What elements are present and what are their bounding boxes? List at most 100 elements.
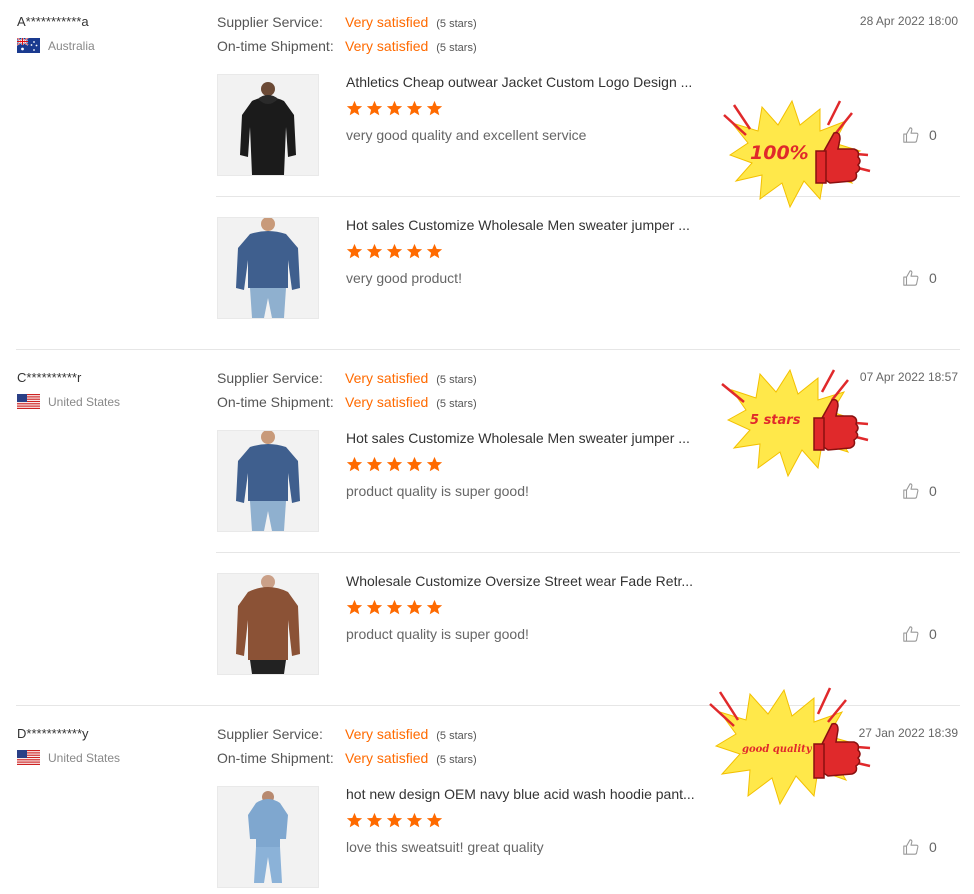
product-title[interactable]: Athletics Cheap outwear Jacket Custom Lo… [346,74,692,90]
like-count: 0 [929,626,937,642]
ontime-shipment-value: Very satisfied [345,750,429,766]
review-item: D***********y United States Supplier Ser… [0,687,974,894]
supplier-service-rating: Supplier Service: Very satisfied (5 star… [217,726,477,742]
star-icon [366,243,383,259]
ontime-shipment-value: Very satisfied [345,38,429,54]
supplier-service-stars: (5 stars) [436,374,477,386]
thumbs-up-icon [903,626,919,642]
like-button[interactable]: 0 [902,126,937,144]
product-image[interactable] [217,573,319,675]
product-title[interactable]: Wholesale Customize Oversize Street wear… [346,573,693,589]
ontime-shipment-rating: On-time Shipment: Very satisfied (5 star… [217,750,477,766]
satisfaction-sticker: 100% [723,99,871,209]
like-button[interactable]: 0 [902,269,937,287]
light-blue-sweatsuit-image [218,787,318,887]
star-icon [346,812,363,828]
product-image[interactable] [217,74,319,176]
blue-sweatshirt-image [218,218,318,318]
black-hoodie-image [218,75,318,175]
reviewer-name: A***********a [17,14,89,29]
supplier-service-value: Very satisfied [345,370,429,386]
product-title[interactable]: Hot sales Customize Wholesale Men sweate… [346,217,690,233]
product-rating-stars [346,812,443,829]
star-icon [406,812,423,828]
like-button[interactable]: 0 [902,482,937,500]
supplier-service-label: Supplier Service: [217,726,323,742]
star-icon [346,456,363,472]
review-date: 28 Apr 2022 18:00 [859,14,958,28]
supplier-service-value: Very satisfied [345,14,429,30]
review-comment: product quality is super good! [346,483,529,499]
product-title[interactable]: hot new design OEM navy blue acid wash h… [346,786,695,802]
star-icon [406,243,423,259]
product-rating-stars [346,599,443,616]
sticker-text: 5 stars [750,413,801,428]
thumbs-up-icon [903,270,919,286]
ontime-shipment-stars: (5 stars) [436,398,477,410]
star-icon [366,100,383,116]
star-icon [426,599,443,615]
us-flag-icon [17,394,40,409]
divider [216,552,960,553]
reviewer-country: United States [17,394,120,409]
product-image[interactable] [217,430,319,532]
product-image[interactable] [217,217,319,319]
ontime-shipment-label: On-time Shipment: [217,750,334,766]
product-rating-stars [346,243,443,260]
satisfaction-sticker: good quality [709,687,871,806]
review-item: A***********a Australia Supplier Service… [0,0,974,350]
us-flag-icon [17,750,40,765]
like-button[interactable]: 0 [902,838,937,856]
star-icon [406,599,423,615]
supplier-service-value: Very satisfied [345,726,429,742]
like-count: 0 [929,483,937,499]
product-rating-stars [346,456,443,473]
supplier-service-stars: (5 stars) [436,730,477,742]
ontime-shipment-label: On-time Shipment: [217,38,334,54]
like-count: 0 [929,127,937,143]
reviewer-name: D***********y [17,726,89,741]
blue-sweatshirt-image [218,431,318,531]
review-comment: very good product! [346,270,462,286]
star-icon [386,243,403,259]
review-item: C**********r United States Supplier Serv… [0,356,974,706]
star-icon [406,456,423,472]
supplier-service-rating: Supplier Service: Very satisfied (5 star… [217,14,477,30]
thumbs-up-icon [903,839,919,855]
brown-hoodie-image [218,574,318,674]
star-icon [406,100,423,116]
ontime-shipment-stars: (5 stars) [436,754,477,766]
star-icon [366,812,383,828]
star-icon [346,100,363,116]
review-divider [16,349,960,350]
product-title[interactable]: Hot sales Customize Wholesale Men sweate… [346,430,690,446]
review-comment: product quality is super good! [346,626,529,642]
product-image[interactable] [217,786,319,888]
supplier-service-stars: (5 stars) [436,18,477,30]
country-name: Australia [48,38,95,53]
ontime-shipment-rating: On-time Shipment: Very satisfied (5 star… [217,394,477,410]
australia-flag-icon [17,38,40,53]
reviewer-country: Australia [17,38,95,53]
country-name: United States [48,750,121,765]
ontime-shipment-rating: On-time Shipment: Very satisfied (5 star… [217,38,477,54]
country-name: United States [48,394,121,409]
star-icon [426,456,443,472]
ontime-shipment-label: On-time Shipment: [217,394,334,410]
star-icon [386,456,403,472]
sticker-text: good quality [742,744,813,755]
star-icon [346,243,363,259]
satisfaction-sticker: 5 stars [721,368,869,478]
star-icon [366,456,383,472]
supplier-service-label: Supplier Service: [217,14,323,30]
star-icon [426,100,443,116]
reviewer-country: United States [17,750,120,765]
thumbs-up-icon [903,127,919,143]
like-button[interactable]: 0 [902,625,937,643]
star-icon [426,243,443,259]
ontime-shipment-value: Very satisfied [345,394,429,410]
supplier-service-rating: Supplier Service: Very satisfied (5 star… [217,370,477,386]
star-icon [386,100,403,116]
ontime-shipment-stars: (5 stars) [436,42,477,54]
star-icon [346,599,363,615]
